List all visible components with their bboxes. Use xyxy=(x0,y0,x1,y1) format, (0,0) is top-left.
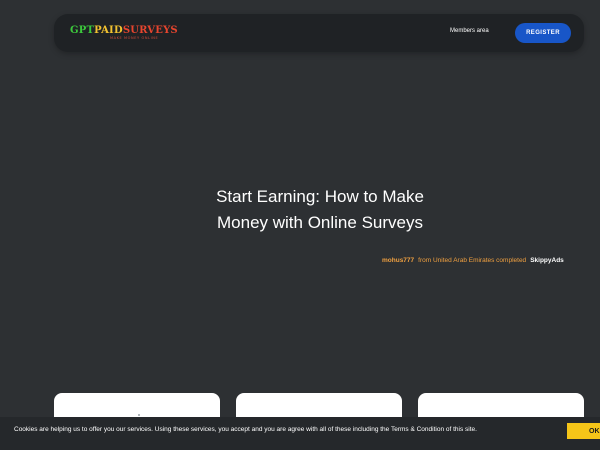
cookie-consent-bar: Cookies are helping us to offer you our … xyxy=(0,417,600,450)
hero-title-line-1: Start Earning: How to Make xyxy=(216,187,424,206)
site-logo[interactable]: GPTPAIDSURVEYS MAKE MONEY ONLINE xyxy=(70,26,178,41)
page: GPTPAIDSURVEYS MAKE MONEY ONLINE Members… xyxy=(0,0,600,450)
hero-title: Start Earning: How to Make Money with On… xyxy=(150,184,490,236)
cookie-ok-button[interactable]: OK xyxy=(567,423,600,439)
logo-tagline: MAKE MONEY ONLINE xyxy=(110,36,159,40)
ticker-username: mohus777 xyxy=(382,257,415,264)
ticker-offer: SkippyAds xyxy=(530,257,564,264)
top-navbar: GPTPAIDSURVEYS MAKE MONEY ONLINE Members… xyxy=(54,14,584,52)
logo-part-gpt: GPT xyxy=(70,25,95,36)
cookie-message: Cookies are helping us to offer you our … xyxy=(14,426,477,433)
logo-wordmark: GPTPAIDSURVEYS xyxy=(70,26,178,36)
hero-title-line-2: Money with Online Surveys xyxy=(217,213,423,232)
register-button[interactable]: REGISTER xyxy=(515,23,571,43)
activity-ticker: mohus777 from United Arab Emirates comple… xyxy=(382,257,600,264)
members-area-link[interactable]: Members area xyxy=(450,28,489,34)
card-icon xyxy=(138,414,140,416)
logo-part-paid: PAID xyxy=(94,25,123,36)
ticker-text: from United Arab Emirates completed xyxy=(418,257,527,264)
logo-part-surveys: SURVEYS xyxy=(122,25,178,36)
